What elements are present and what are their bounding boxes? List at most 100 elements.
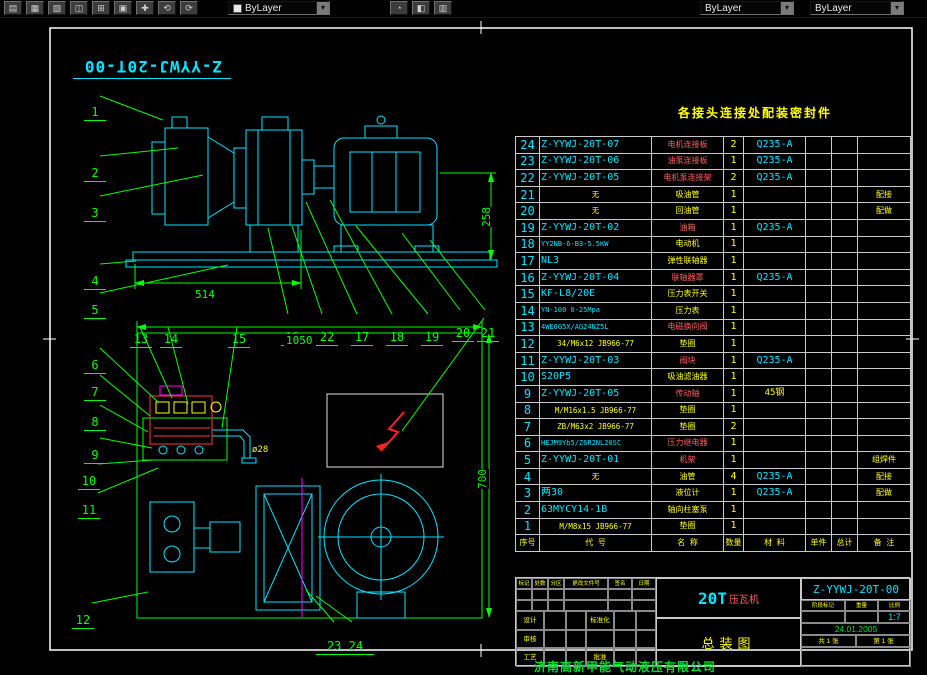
- part-name: 电机连接板: [651, 136, 724, 154]
- parts-row: 3 两30 液位计 1 Q235-A 配做: [515, 484, 911, 503]
- part-callout: 6: [84, 358, 106, 374]
- toolbar-button[interactable]: ▦: [26, 1, 44, 15]
- part-remark: [857, 501, 911, 519]
- part-weight-total: [831, 185, 858, 204]
- part-weight-total: [831, 136, 858, 154]
- col-header: 单件: [805, 534, 832, 552]
- part-name: 垫圈: [651, 418, 724, 436]
- chevron-down-icon[interactable]: ▾: [890, 2, 903, 14]
- dimension-label: 258: [480, 207, 493, 227]
- part-name: 压力表: [651, 301, 724, 320]
- toolbar-button[interactable]: ▧: [48, 1, 66, 15]
- item-number: 2: [515, 501, 540, 519]
- part-qty: 1: [723, 335, 744, 353]
- part-weight-unit: [805, 384, 832, 403]
- part-weight-unit: [805, 451, 832, 469]
- rev-header: 处数: [532, 578, 548, 589]
- cad-application: { "toolbar": { "color_combo": "ByLayer",…: [0, 0, 927, 674]
- part-callout: 4: [84, 274, 106, 290]
- part-qty: 1: [723, 384, 744, 403]
- toolbar-button[interactable]: ◫: [70, 1, 88, 15]
- part-remark: 配做: [857, 202, 911, 220]
- part-qty: 1: [723, 484, 744, 503]
- item-number: 17: [515, 252, 540, 270]
- chevron-down-icon[interactable]: ▾: [780, 2, 793, 14]
- drawing-canvas[interactable]: Z-YYWJ-20T-00 各接头连接处配装密封件 1 2 3 4 5 6 7 …: [0, 17, 927, 674]
- rev-header: 签名: [608, 578, 632, 589]
- toolbar-button[interactable]: ⊞: [92, 1, 110, 15]
- toolbar-button[interactable]: ▣: [114, 1, 132, 15]
- part-qty: 2: [723, 136, 744, 154]
- part-material: [743, 185, 806, 204]
- part-code: NL3: [539, 252, 652, 270]
- mirrored-drawing-number: Z-YYWJ-20T-00: [83, 57, 223, 76]
- part-weight-total: [831, 152, 858, 171]
- part-code: KF-L8/20E: [539, 285, 652, 303]
- item-number: 16: [515, 268, 540, 287]
- revision-table: 标记 处数 分区 更改文件号 签名 日期: [516, 578, 656, 611]
- part-name: 机架: [651, 451, 724, 469]
- part-name: 吸油管: [651, 185, 724, 204]
- part-remark: [857, 318, 911, 337]
- part-weight-unit: [805, 484, 832, 503]
- part-qty: 1: [723, 434, 744, 453]
- part-weight-total: [831, 467, 858, 486]
- part-qty: 1: [723, 517, 744, 536]
- item-number: 15: [515, 285, 540, 303]
- part-weight-unit: [805, 434, 832, 453]
- part-weight-total: [831, 418, 858, 436]
- part-code: M/M8x15 JB966-77: [539, 517, 652, 536]
- part-material: [743, 501, 806, 519]
- parts-row: 8 M/M16x1.5 JB966-77 垫圈 1: [515, 401, 911, 420]
- parts-row: 23 Z-YYWJ-20T-06 油泵连接板 1 Q235-A: [515, 152, 911, 171]
- part-qty: 1: [723, 351, 744, 370]
- color-bylayer-select[interactable]: ByLayer ▾: [228, 1, 330, 15]
- item-number: 1: [515, 517, 540, 536]
- part-name: 联轴器罩: [651, 268, 724, 287]
- part-weight-unit: [805, 335, 832, 353]
- plan-view: [136, 332, 483, 619]
- color-bylayer-value: ByLayer: [245, 2, 282, 14]
- toolbar-button[interactable]: ⟳: [180, 1, 198, 15]
- toolbar-button[interactable]: ⟲: [158, 1, 176, 15]
- part-remark: [857, 218, 911, 237]
- toolbar-button[interactable]: ✚: [136, 1, 154, 15]
- toolbar-button[interactable]: ◧: [412, 1, 430, 15]
- parts-row: 11 Z-YYWJ-20T-03 阀块 1 Q235-A: [515, 351, 911, 370]
- part-name: 电磁换向阀: [651, 318, 724, 337]
- scale-block: 阶段标记 重量 比例 1:7 24.01.2005 共 1 张 第 1 张: [801, 600, 911, 667]
- sheet-index: 第 1 张: [856, 635, 911, 647]
- part-code: 两30: [539, 484, 652, 503]
- chevron-down-icon[interactable]: ▾: [316, 2, 329, 14]
- part-qty: 1: [723, 501, 744, 519]
- rev-header: 标记: [516, 578, 532, 589]
- part-qty: 1: [723, 368, 744, 386]
- toolbar-button[interactable]: ▥: [434, 1, 452, 15]
- col-header: 备 注: [857, 534, 911, 552]
- part-callout: 1: [84, 105, 106, 121]
- part-remark: [857, 401, 911, 420]
- linetype-bylayer-select[interactable]: ByLayer ▾: [700, 1, 794, 15]
- toolbar-button[interactable]: ▤: [4, 1, 22, 15]
- stamp-underline: [73, 78, 231, 79]
- part-code: Z-YYWJ-20T-07: [539, 136, 652, 154]
- part-remark: 配接: [857, 185, 911, 204]
- toolbar-button[interactable]: ◔: [390, 1, 408, 15]
- product-type: 压瓦机: [728, 594, 759, 606]
- color-swatch: [233, 3, 242, 13]
- part-code: HEJM9Yb5/Z6R2NL20SC: [539, 434, 652, 453]
- part-code: Z-YYWJ-20T-05: [539, 169, 652, 187]
- part-remark: [857, 434, 911, 453]
- part-callout: 20: [452, 326, 474, 342]
- part-qty: 1: [723, 268, 744, 287]
- col-header: 代 号: [539, 534, 652, 552]
- part-qty: 1: [723, 401, 744, 420]
- part-qty: 1: [723, 152, 744, 171]
- pipe-diameter-label: ø28: [252, 445, 269, 455]
- lineweight-bylayer-select[interactable]: ByLayer ▾: [810, 1, 904, 15]
- item-number: 3: [515, 484, 540, 503]
- part-weight-total: [831, 517, 858, 536]
- part-name: 传动轴: [651, 384, 724, 403]
- part-code: YY2NB-6-B3-5.5KW: [539, 235, 652, 254]
- item-number: 8: [515, 401, 540, 420]
